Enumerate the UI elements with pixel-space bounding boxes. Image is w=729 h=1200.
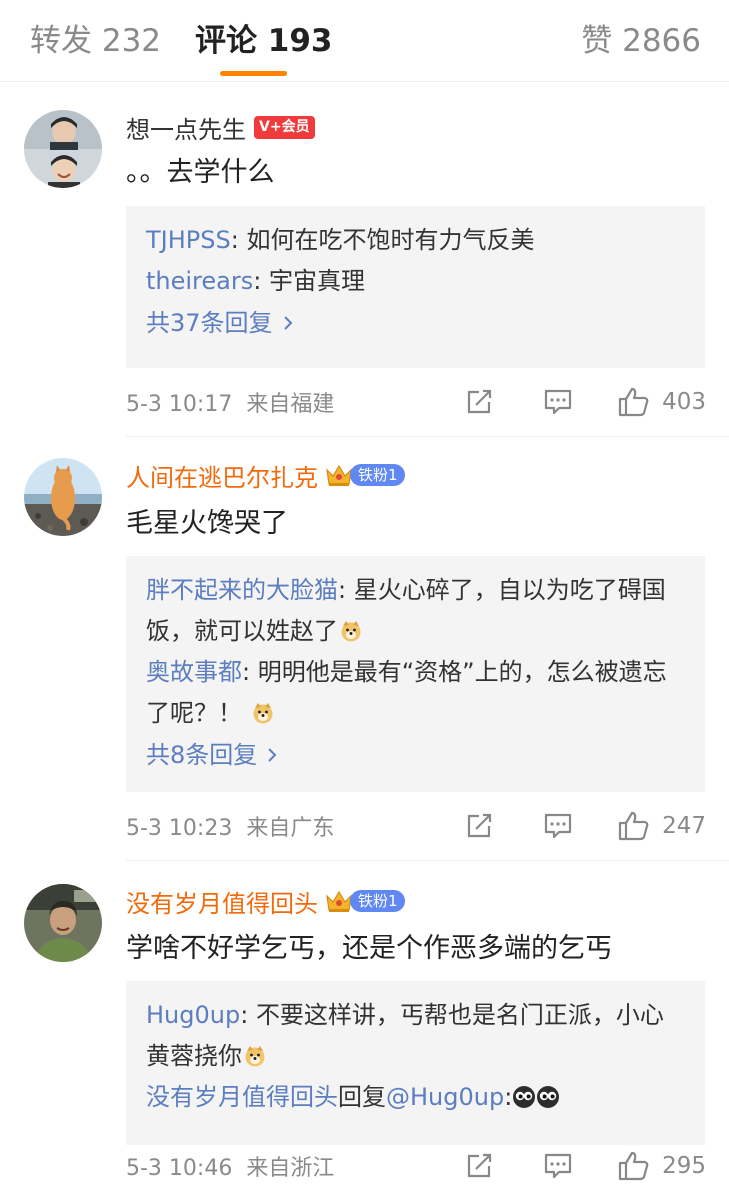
reply-separator: : <box>504 1083 513 1111</box>
thumbs-up-icon <box>618 387 649 417</box>
doge-emoji-icon <box>245 1046 265 1067</box>
reply-box[interactable]: Hug0up: 不要这样讲，丐帮也是名门正派，小心黄蓉挠你 没有岁月值得回头回复… <box>126 981 705 1145</box>
username[interactable]: 没有岁月值得回头 <box>126 884 318 919</box>
reply-separator: : <box>230 226 247 254</box>
chevron-right-icon <box>268 748 277 762</box>
reply-separator: : <box>240 1001 256 1029</box>
avatar[interactable] <box>24 110 102 188</box>
reply-username[interactable]: theirears <box>146 267 253 295</box>
share-icon[interactable] <box>466 389 494 415</box>
timestamp-location: 5-3 10:23 来自广东 <box>126 810 334 842</box>
reply-username[interactable]: 奥故事都 <box>146 658 242 686</box>
comment-divider <box>126 860 729 861</box>
more-replies-link[interactable]: 共8条回复 <box>146 734 685 776</box>
reply-item[interactable]: 没有岁月值得回头回复@Hug0up: <box>146 1077 685 1118</box>
thumbs-up-icon <box>618 811 649 841</box>
more-replies-link[interactable]: 共37条回复 <box>146 302 685 344</box>
chevron-right-icon <box>283 316 292 330</box>
like-button[interactable]: 403 <box>618 387 706 417</box>
fan-badge[interactable]: 铁粉1 <box>324 462 405 488</box>
avatar[interactable] <box>24 458 102 536</box>
location: 来自福建 <box>246 392 335 417</box>
timestamp: 5-3 10:17 <box>126 392 233 417</box>
reply-item[interactable]: 胖不起来的大脸猫: 星火心碎了，自以为吃了碍国饭，就可以姓赵了 <box>146 570 685 652</box>
comment-icon[interactable] <box>544 1153 572 1179</box>
reply-username[interactable]: 胖不起来的大脸猫 <box>146 576 338 604</box>
tab-comments[interactable]: 评论 193 <box>195 22 333 60</box>
tab-likes[interactable]: 赞 2866 <box>581 22 701 60</box>
comment-divider <box>126 436 729 437</box>
reply-box[interactable]: 胖不起来的大脸猫: 星火心碎了，自以为吃了碍国饭，就可以姓赵了 奥故事都: 明明… <box>126 556 705 792</box>
comment-meta: 5-3 10:17 来自福建 403 <box>126 384 706 420</box>
vip-member-badge[interactable]: V+会员 <box>254 115 315 139</box>
reply-separator: : <box>338 576 354 604</box>
comment-text: 。。去学什么 <box>126 157 275 188</box>
like-count: 295 <box>662 1153 706 1179</box>
reply-item[interactable]: TJHPSS: 如何在吃不饱时有力气反美 <box>146 220 685 261</box>
thumbs-up-icon <box>618 1151 649 1181</box>
reply-item[interactable]: theirears: 宇宙真理 <box>146 261 685 302</box>
like-button[interactable]: 295 <box>618 1151 706 1181</box>
timestamp: 5-3 10:23 <box>126 816 233 841</box>
location: 来自广东 <box>246 816 335 841</box>
more-replies-label: 共8条回复 <box>146 741 258 769</box>
active-tab-indicator <box>220 71 287 76</box>
timestamp-location: 5-3 10:17 来自福建 <box>126 386 334 418</box>
username[interactable]: 人间在逃巴尔扎克 <box>126 458 318 493</box>
comment-icon[interactable] <box>544 389 572 415</box>
reply-username[interactable]: TJHPSS <box>146 226 231 254</box>
comment-meta: 5-3 10:23 来自广东 247 <box>126 808 706 844</box>
staring-eyes-emoji-icon <box>537 1086 560 1108</box>
location: 来自浙江 <box>246 1156 335 1181</box>
mention-link[interactable]: @Hug0up <box>386 1083 504 1111</box>
reply-action: 回复 <box>338 1083 386 1111</box>
like-button[interactable]: 247 <box>618 811 706 841</box>
more-replies-label: 共37条回复 <box>146 309 273 337</box>
username[interactable]: 想一点先生 <box>126 110 246 145</box>
reply-box[interactable]: TJHPSS: 如何在吃不饱时有力气反美 theirears: 宇宙真理 共37… <box>126 206 705 368</box>
tab-reposts[interactable]: 转发 232 <box>30 22 161 60</box>
username-row: 没有岁月值得回头 铁粉1 <box>126 884 405 918</box>
comment-meta: 5-3 10:46 来自浙江 295 <box>126 1148 706 1184</box>
comment-actions: 295 <box>466 1151 706 1181</box>
comment-text: 学啥不好学乞丐，还是个作恶多端的乞丐 <box>126 933 612 964</box>
reply-text: 宇宙真理 <box>268 267 365 295</box>
username-row: 想一点先生 V+会员 <box>126 110 315 144</box>
reply-item[interactable]: Hug0up: 不要这样讲，丐帮也是名门正派，小心黄蓉挠你 <box>146 995 685 1077</box>
reply-separator: : <box>242 658 258 686</box>
fan-badge-label: 铁粉1 <box>350 890 405 912</box>
like-count: 247 <box>662 813 706 839</box>
comment-tabs: 转发 232 评论 193 赞 2866 <box>0 0 729 82</box>
timestamp-location: 5-3 10:46 来自浙江 <box>126 1150 334 1182</box>
reply-text: 如何在吃不饱时有力气反美 <box>246 226 535 254</box>
doge-emoji-icon <box>253 703 273 724</box>
timestamp: 5-3 10:46 <box>126 1156 233 1181</box>
comment-text: 毛星火馋哭了 <box>126 508 288 539</box>
comment-icon[interactable] <box>544 813 572 839</box>
fan-badge-label: 铁粉1 <box>350 464 405 486</box>
staring-eyes-emoji-icon <box>513 1086 536 1108</box>
share-icon[interactable] <box>466 813 494 839</box>
reply-username[interactable]: Hug0up <box>146 1001 240 1029</box>
reply-item[interactable]: 奥故事都: 明明他是最有“资格”上的，怎么被遗忘了呢？！ <box>146 652 685 734</box>
avatar[interactable] <box>24 884 102 962</box>
reply-username[interactable]: 没有岁月值得回头 <box>146 1083 338 1111</box>
reply-separator: : <box>253 267 269 295</box>
fan-badge[interactable]: 铁粉1 <box>324 888 405 914</box>
like-count: 403 <box>662 389 706 415</box>
username-row: 人间在逃巴尔扎克 铁粉1 <box>126 458 405 492</box>
doge-emoji-icon <box>341 621 361 642</box>
comment-actions: 247 <box>466 811 706 841</box>
comment-actions: 403 <box>466 387 706 417</box>
share-icon[interactable] <box>466 1153 494 1179</box>
